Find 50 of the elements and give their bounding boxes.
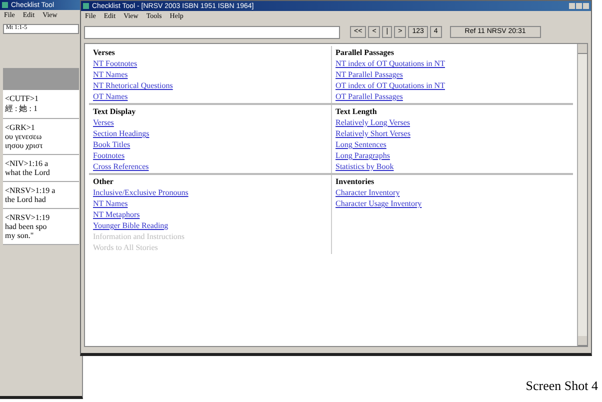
passage-text: 經 : 她 : 1 [5,103,38,114]
passage-text: <CUTF>1 [5,94,40,103]
app-icon [83,3,89,9]
checklist-link[interactable]: Footnotes [93,151,125,160]
caption: Screen Shot 4 [526,378,598,394]
checklist-link[interactable]: NT index of OT Quotations in NT [336,59,445,68]
checklist-link[interactable]: Relatively Short Verses [336,129,410,138]
checklist-link: Words to All Stories [93,243,158,252]
checklist-link[interactable]: Book Titles [93,140,130,149]
app-icon [2,2,8,8]
search-field[interactable] [84,26,340,38]
checklist-link[interactable]: Character Usage Inventory [336,199,422,208]
checklist-link[interactable]: NT Parallel Passages [336,70,403,79]
checklist-link[interactable]: NT Names [93,70,128,79]
window-controls-icon[interactable] [569,3,589,9]
section-title: Parallel Passages [336,48,394,57]
section-title: Other [93,177,114,186]
passage-text: the Lord had [5,195,47,204]
checklist-link[interactable]: Character Inventory [336,188,400,197]
checklist-link[interactable]: NT Metaphors [93,210,140,219]
section-title: Inventories [336,177,374,186]
section-title: Text Display [93,107,136,116]
passage-text: ου γενεσεω [5,132,43,141]
checklist-link[interactable]: Verses [93,118,114,127]
passage-text: <NIV>1:16 a [5,159,50,168]
checklist-link[interactable]: NT Footnotes [93,59,138,68]
checklist-link[interactable]: Relatively Long Verses [336,118,410,127]
passage-text: <NRSV>1:19 [5,213,51,222]
checklist-link[interactable]: OT Names [93,92,128,101]
passage-text: had been spo [5,222,48,231]
checklist-link[interactable]: Younger Bible Reading [93,221,168,230]
section-title: Text Length [336,107,377,116]
passage-text: my son." [5,231,35,240]
passage-text: ιησου χριστ [5,141,44,150]
passage-text: what the Lord [5,168,51,177]
checklist-link[interactable]: NT Names [93,199,128,208]
checklist-link[interactable]: Statistics by Book [336,162,394,171]
passage-text: <NRSV>1:19 a [5,186,56,195]
checklist-link[interactable]: Inclusive/Exclusive Pronouns [93,188,188,197]
checklist-link[interactable]: Long Paragraphs [336,151,390,160]
checklist-link[interactable]: NT Rhetorical Questions [93,81,173,90]
passage-text: <GRK>1 [5,123,36,132]
section-title: Verses [93,48,115,57]
checklist-link: Information and Instructions [93,232,185,241]
checklist-link[interactable]: OT index of OT Quotations in NT [336,81,445,90]
checklist-link[interactable]: Section Headings [93,129,150,138]
scrollbar[interactable] [577,44,587,346]
checklist-link[interactable]: Long Sentences [336,140,386,149]
checklist-link[interactable]: OT Parallel Passages [336,92,403,101]
checklist-link[interactable]: Cross References [93,162,149,171]
